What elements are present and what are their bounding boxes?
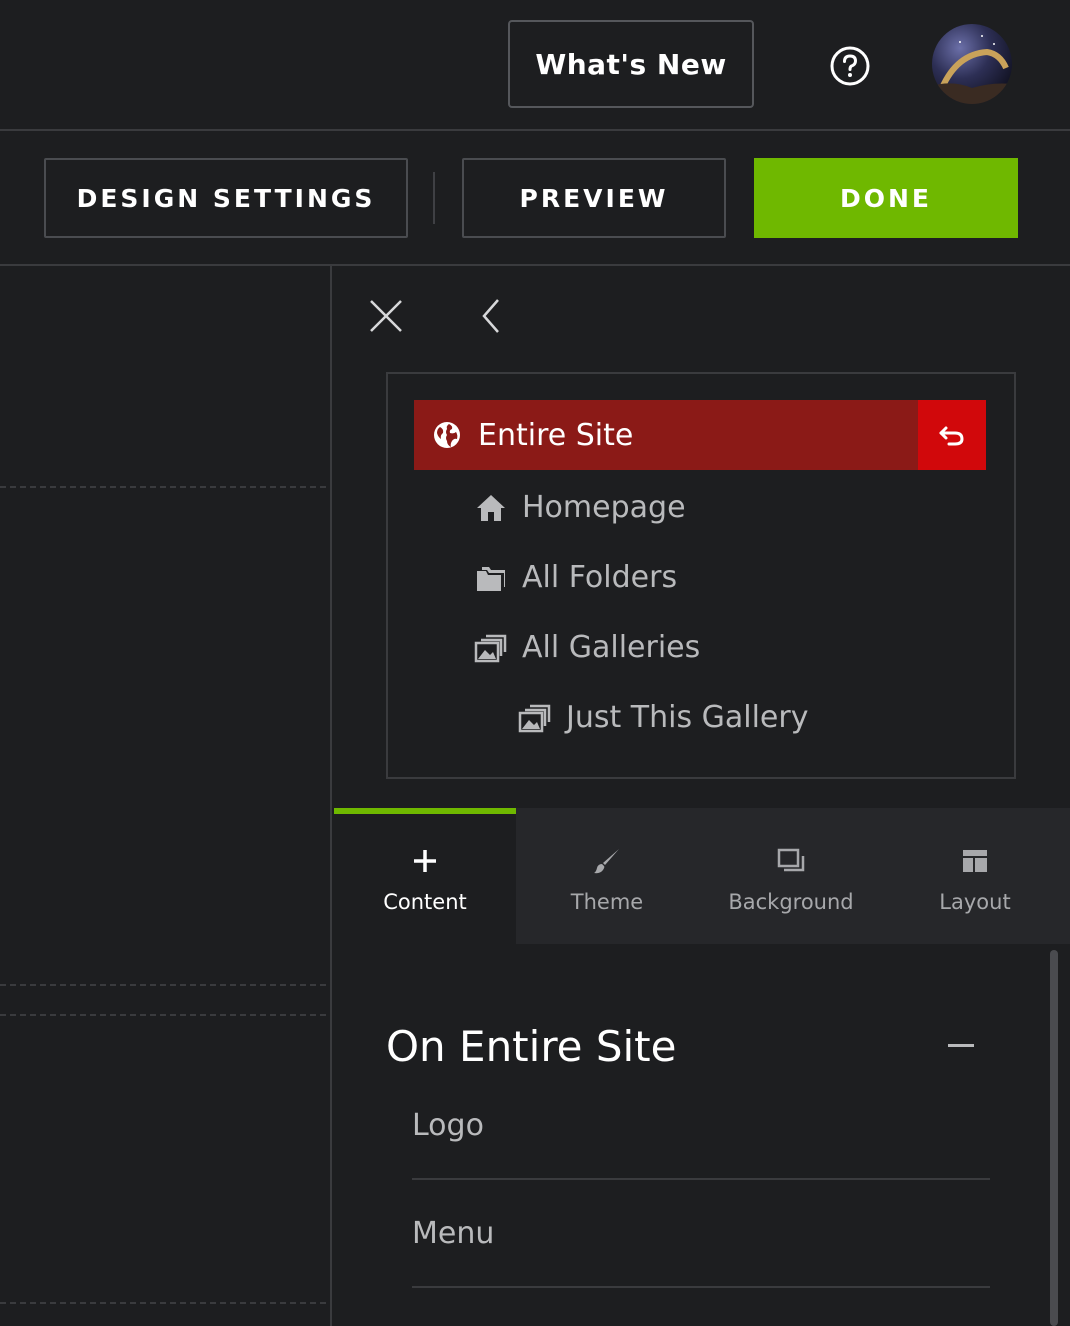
content-item-menu[interactable]: Menu [412, 1180, 990, 1288]
content-item-label: Logo [412, 1107, 484, 1143]
reset-button[interactable] [918, 400, 986, 470]
chevron-left-icon[interactable] [476, 296, 506, 336]
plus-icon [414, 850, 436, 872]
toolbar-divider [433, 172, 435, 224]
tab-label: Theme [570, 890, 644, 914]
tab-label: Layout [939, 890, 1011, 914]
design-settings-button[interactable]: DESIGN SETTINGS [44, 158, 408, 238]
question-circle-icon[interactable] [828, 44, 872, 88]
panel-scrollbar[interactable] [1050, 950, 1058, 1326]
background-icon [777, 848, 805, 872]
canvas-section-divider [0, 1302, 326, 1304]
gallery-icon [518, 704, 551, 732]
canvas-section-divider [0, 984, 326, 986]
done-button[interactable]: DONE [754, 158, 1018, 238]
tab-content[interactable]: Content [334, 808, 516, 944]
preview-button[interactable]: PREVIEW [462, 158, 726, 238]
scope-item-just-this-gallery[interactable]: Just This Gallery [518, 700, 808, 735]
scope-item-label: All Folders [522, 560, 678, 595]
content-item-logo[interactable]: Logo [412, 1072, 990, 1180]
canvas-section-divider [0, 486, 326, 488]
layout-icon [963, 850, 987, 872]
minus-icon[interactable] [948, 1044, 974, 1047]
undo-icon [939, 426, 964, 446]
scope-item-all-galleries[interactable]: All Galleries [474, 630, 700, 665]
panel-border [330, 266, 332, 1326]
section-title: On Entire Site [386, 1022, 677, 1071]
galleries-icon [474, 634, 507, 662]
tab-theme[interactable]: Theme [516, 808, 698, 944]
brush-icon [594, 849, 619, 874]
close-icon[interactable] [366, 296, 406, 336]
avatar[interactable] [932, 24, 1012, 104]
scope-item-label: Homepage [522, 490, 686, 525]
active-tab-indicator [334, 808, 516, 814]
editor-canvas[interactable] [0, 266, 330, 1326]
tab-background[interactable]: Background [700, 808, 882, 944]
scope-item-label: Just This Gallery [566, 700, 809, 735]
content-item-label: Menu [412, 1215, 495, 1251]
globe-icon [434, 422, 460, 448]
scope-item-label: Entire Site [478, 417, 634, 453]
tab-label: Content [383, 890, 467, 914]
scope-item-entire-site[interactable]: Entire Site [414, 400, 986, 470]
canvas-section-divider [0, 1014, 326, 1016]
tab-layout[interactable]: Layout [884, 808, 1066, 944]
scope-item-homepage[interactable]: Homepage [474, 490, 686, 525]
whats-new-button[interactable]: What's New [508, 20, 754, 108]
home-icon [477, 494, 505, 521]
folders-icon [477, 566, 505, 591]
tab-label: Background [728, 890, 854, 914]
scope-item-label: All Galleries [522, 630, 701, 665]
panel-tabs: Content Theme Background Layout [334, 808, 1070, 944]
scope-item-all-folders[interactable]: All Folders [474, 560, 677, 595]
